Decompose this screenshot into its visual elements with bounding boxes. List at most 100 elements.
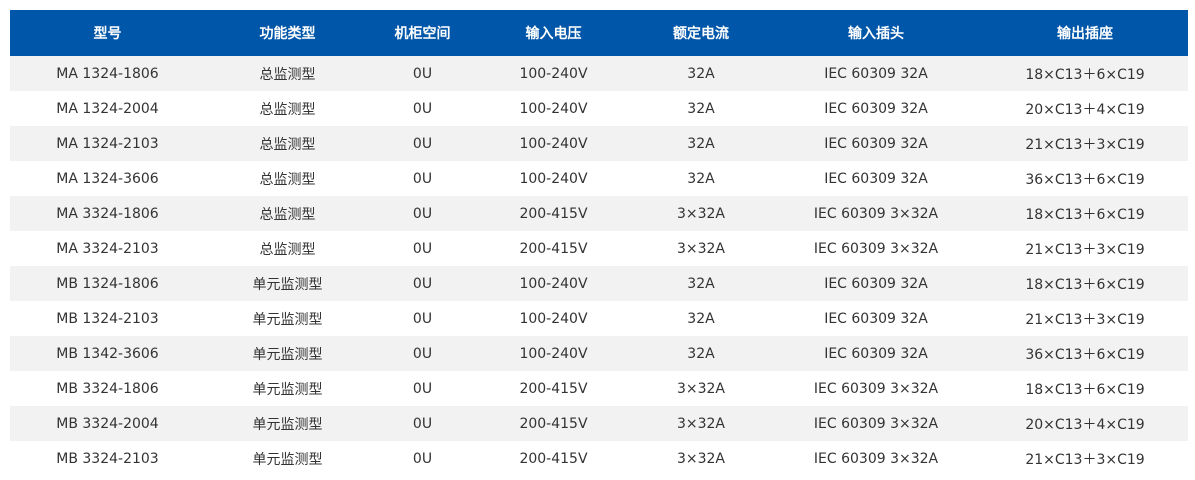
cell-function-type: 单元监测型: [205, 336, 370, 371]
cell-rated-current: 3×32A: [632, 196, 770, 231]
cell-rack-space: 0U: [370, 406, 475, 441]
cell-input-voltage: 100-240V: [475, 266, 632, 301]
cell-function-type: 单元监测型: [205, 406, 370, 441]
cell-input-plug: IEC 60309 32A: [770, 336, 982, 371]
cell-input-voltage: 100-240V: [475, 91, 632, 126]
table-row: MA 3324-2103 总监测型 0U 200-415V 3×32A IEC 60309…: [10, 231, 1188, 266]
cell-model: MA 1324-2004: [10, 91, 205, 126]
cell-input-plug: IEC 60309 3×32A: [770, 441, 982, 476]
cell-rated-current: 32A: [632, 161, 770, 196]
cell-function-type: 总监测型: [205, 196, 370, 231]
cell-model: MB 3324-2103: [10, 441, 205, 476]
cell-input-voltage: 200-415V: [475, 406, 632, 441]
cell-input-voltage: 100-240V: [475, 301, 632, 336]
cell-function-type: 总监测型: [205, 91, 370, 126]
cell-rated-current: 3×32A: [632, 441, 770, 476]
cell-output-socket: 20×C13＋4×C19: [982, 406, 1188, 441]
cell-input-plug: IEC 60309 3×32A: [770, 231, 982, 266]
cell-rack-space: 0U: [370, 91, 475, 126]
cell-rack-space: 0U: [370, 126, 475, 161]
cell-rated-current: 3×32A: [632, 231, 770, 266]
cell-model: MB 1342-3606: [10, 336, 205, 371]
table-row: MA 3324-1806 总监测型 0U 200-415V 3×32A IEC 60309…: [10, 196, 1188, 231]
cell-rated-current: 32A: [632, 301, 770, 336]
cell-model: MA 1324-3606: [10, 161, 205, 196]
cell-rated-current: 32A: [632, 266, 770, 301]
product-spec-table: 型号 功能类型 机柜空间 输入电压 额定电流 输入插头 输出插座 MA 1324…: [10, 10, 1188, 476]
cell-input-voltage: 100-240V: [475, 336, 632, 371]
cell-rack-space: 0U: [370, 336, 475, 371]
cell-function-type: 单元监测型: [205, 301, 370, 336]
cell-input-plug: IEC 60309 3×32A: [770, 371, 982, 406]
cell-output-socket: 21×C13＋3×C19: [982, 231, 1188, 266]
cell-rated-current: 32A: [632, 336, 770, 371]
header-function-type: 功能类型: [205, 10, 370, 56]
cell-output-socket: 18×C13＋6×C19: [982, 196, 1188, 231]
cell-rack-space: 0U: [370, 56, 475, 91]
cell-rack-space: 0U: [370, 266, 475, 301]
cell-input-voltage: 100-240V: [475, 56, 632, 91]
cell-model: MA 3324-1806: [10, 196, 205, 231]
header-input-plug: 输入插头: [770, 10, 982, 56]
table-row: MB 3324-2004 单元监测型 0U 200-415V 3×32A IEC 6030…: [10, 406, 1188, 441]
cell-input-plug: IEC 60309 32A: [770, 301, 982, 336]
cell-rated-current: 32A: [632, 56, 770, 91]
cell-input-plug: IEC 60309 3×32A: [770, 406, 982, 441]
header-model: 型号: [10, 10, 205, 56]
cell-input-voltage: 200-415V: [475, 371, 632, 406]
cell-output-socket: 18×C13＋6×C19: [982, 266, 1188, 301]
cell-function-type: 总监测型: [205, 126, 370, 161]
header-input-voltage: 输入电压: [475, 10, 632, 56]
cell-function-type: 总监测型: [205, 56, 370, 91]
cell-rack-space: 0U: [370, 441, 475, 476]
cell-function-type: 单元监测型: [205, 441, 370, 476]
cell-input-plug: IEC 60309 32A: [770, 266, 982, 301]
cell-output-socket: 21×C13＋3×C19: [982, 126, 1188, 161]
header-row: 型号 功能类型 机柜空间 输入电压 额定电流 输入插头 输出插座: [10, 10, 1188, 56]
cell-rack-space: 0U: [370, 231, 475, 266]
cell-rated-current: 32A: [632, 91, 770, 126]
header-rated-current: 额定电流: [632, 10, 770, 56]
cell-output-socket: 18×C13＋6×C19: [982, 56, 1188, 91]
cell-rated-current: 32A: [632, 126, 770, 161]
table-body: MA 1324-1806 总监测型 0U 100-240V 32A IEC 60309 3…: [10, 56, 1188, 476]
cell-input-voltage: 200-415V: [475, 196, 632, 231]
table-row: MA 1324-2103 总监测型 0U 100-240V 32A IEC 60309 3…: [10, 126, 1188, 161]
product-spec-table-container: 型号 功能类型 机柜空间 输入电压 额定电流 输入插头 输出插座 MA 1324…: [10, 10, 1188, 476]
cell-model: MB 3324-1806: [10, 371, 205, 406]
table-row: MB 1342-3606 单元监测型 0U 100-240V 32A IEC 60309 …: [10, 336, 1188, 371]
cell-input-voltage: 100-240V: [475, 161, 632, 196]
cell-input-plug: IEC 60309 32A: [770, 56, 982, 91]
cell-input-voltage: 100-240V: [475, 126, 632, 161]
cell-output-socket: 18×C13＋6×C19: [982, 371, 1188, 406]
header-output-socket: 输出插座: [982, 10, 1188, 56]
cell-rated-current: 3×32A: [632, 406, 770, 441]
cell-input-plug: IEC 60309 32A: [770, 91, 982, 126]
cell-input-voltage: 200-415V: [475, 231, 632, 266]
header-rack-space: 机柜空间: [370, 10, 475, 56]
cell-function-type: 总监测型: [205, 231, 370, 266]
cell-rack-space: 0U: [370, 371, 475, 406]
table-row: MA 1324-2004 总监测型 0U 100-240V 32A IEC 60309 3…: [10, 91, 1188, 126]
cell-rack-space: 0U: [370, 301, 475, 336]
cell-input-voltage: 200-415V: [475, 441, 632, 476]
cell-input-plug: IEC 60309 32A: [770, 126, 982, 161]
cell-function-type: 单元监测型: [205, 266, 370, 301]
cell-function-type: 单元监测型: [205, 371, 370, 406]
cell-model: MA 1324-2103: [10, 126, 205, 161]
cell-output-socket: 20×C13＋4×C19: [982, 91, 1188, 126]
table-row: MB 1324-1806 单元监测型 0U 100-240V 32A IEC 60309 …: [10, 266, 1188, 301]
cell-rated-current: 3×32A: [632, 371, 770, 406]
cell-rack-space: 0U: [370, 196, 475, 231]
table-row: MB 3324-1806 单元监测型 0U 200-415V 3×32A IEC 6030…: [10, 371, 1188, 406]
cell-model: MB 3324-2004: [10, 406, 205, 441]
cell-output-socket: 21×C13＋3×C19: [982, 441, 1188, 476]
cell-rack-space: 0U: [370, 161, 475, 196]
cell-model: MB 1324-2103: [10, 301, 205, 336]
cell-input-plug: IEC 60309 3×32A: [770, 196, 982, 231]
cell-model: MB 1324-1806: [10, 266, 205, 301]
table-header: 型号 功能类型 机柜空间 输入电压 额定电流 输入插头 输出插座: [10, 10, 1188, 56]
cell-model: MA 1324-1806: [10, 56, 205, 91]
cell-model: MA 3324-2103: [10, 231, 205, 266]
cell-output-socket: 21×C13＋3×C19: [982, 301, 1188, 336]
